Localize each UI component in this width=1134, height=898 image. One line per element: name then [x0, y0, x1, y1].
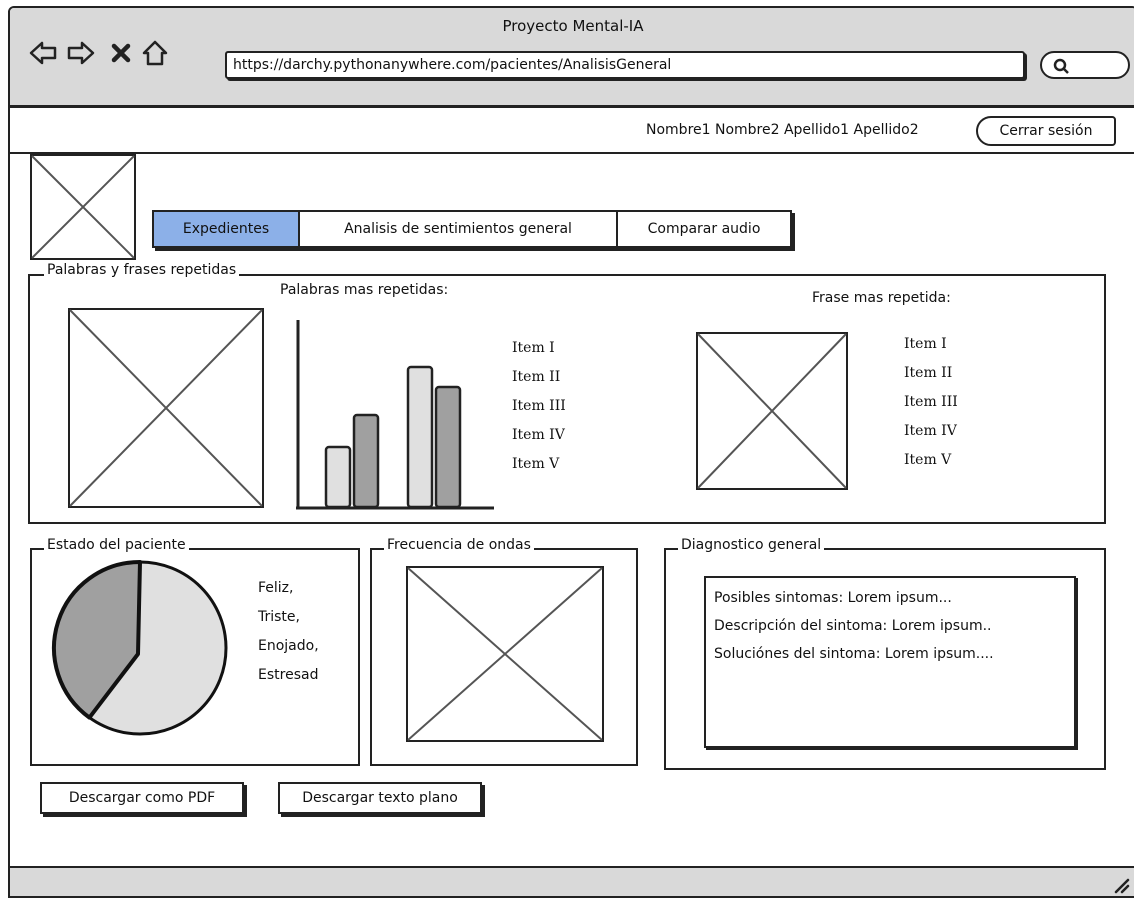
- list-item: Item I: [904, 336, 947, 352]
- list-item: Feliz,: [258, 580, 294, 596]
- diagnosis-line: Posibles sintomas: Lorem ipsum...: [714, 590, 952, 606]
- browser-window: Proyecto Mental-IA https://darchy.python…: [8, 6, 1134, 898]
- logout-button[interactable]: Cerrar sesión: [976, 116, 1116, 146]
- list-item: Item III: [512, 398, 566, 414]
- user-header: [10, 108, 1134, 154]
- words-items-list: Item I Item II Item III Item IV Item V: [512, 334, 566, 479]
- user-name: Nombre1 Nombre2 Apellido1 Apellido2: [646, 122, 919, 138]
- chart-bar: [406, 365, 434, 509]
- list-item: Item III: [904, 394, 958, 410]
- diagnosis-legend: Diagnostico general: [678, 537, 825, 553]
- words-image-placeholder: [68, 308, 264, 508]
- patient-state-items: Feliz, Triste, Enojado, Estresad: [258, 574, 319, 690]
- main-tabs: Expedientes Analisis de sentimientos gen…: [152, 210, 792, 248]
- list-item: Item V: [512, 456, 560, 472]
- diagnosis-line: Descripción del sintoma: Lorem ipsum..: [714, 618, 992, 634]
- tab-analisis-sentimientos[interactable]: Analisis de sentimientos general: [300, 212, 618, 246]
- list-item: Enojado,: [258, 638, 319, 654]
- diagnosis-text-box: Posibles sintomas: Lorem ipsum... Descri…: [704, 576, 1076, 748]
- url-bar[interactable]: https://darchy.pythonanywhere.com/pacien…: [225, 51, 1025, 79]
- download-text-button[interactable]: Descargar texto plano: [278, 782, 482, 814]
- words-title: Palabras mas repetidas:: [280, 282, 449, 298]
- logo-image-placeholder: [30, 154, 136, 260]
- list-item: Item IV: [512, 427, 565, 443]
- patient-state-legend: Estado del paciente: [44, 537, 189, 553]
- words-bar-chart: [296, 320, 494, 510]
- back-arrow-icon[interactable]: [28, 38, 58, 68]
- list-item: Item II: [512, 369, 561, 385]
- list-item: Item II: [904, 365, 953, 381]
- list-item: Item I: [512, 340, 555, 356]
- list-item: Triste,: [258, 609, 300, 625]
- title-bar: Proyecto Mental-IA https://darchy.python…: [10, 8, 1134, 108]
- list-item: Item V: [904, 452, 952, 468]
- search-icon: [1053, 58, 1069, 74]
- close-icon[interactable]: [106, 38, 136, 68]
- diagnosis-line: Soluciónes del sintoma: Lorem ipsum....: [714, 646, 994, 662]
- chart-bar: [352, 413, 380, 509]
- search-box[interactable]: [1040, 51, 1130, 79]
- waves-legend: Frecuencia de ondas: [384, 537, 534, 553]
- words-phrases-legend: Palabras y frases repetidas: [44, 262, 240, 278]
- download-pdf-button[interactable]: Descargar como PDF: [40, 782, 244, 814]
- patient-state-pie-chart: [52, 560, 228, 736]
- chart-bar: [324, 445, 352, 509]
- phrase-image-placeholder: [696, 332, 848, 490]
- chart-bar: [434, 385, 462, 509]
- phrase-title: Frase mas repetida:: [812, 290, 951, 306]
- forward-arrow-icon[interactable]: [66, 38, 96, 68]
- home-icon[interactable]: [140, 38, 170, 68]
- status-bar: [10, 866, 1134, 896]
- list-item: Estresad: [258, 667, 319, 683]
- tab-comparar-audio[interactable]: Comparar audio: [618, 212, 790, 246]
- waves-image-placeholder: [406, 566, 604, 742]
- resize-handle-icon[interactable]: [1110, 874, 1130, 894]
- tab-expedientes[interactable]: Expedientes: [154, 212, 300, 246]
- window-title: Proyecto Mental-IA: [502, 17, 644, 35]
- phrase-items-list: Item I Item II Item III Item IV Item V: [904, 330, 958, 475]
- list-item: Item IV: [904, 423, 957, 439]
